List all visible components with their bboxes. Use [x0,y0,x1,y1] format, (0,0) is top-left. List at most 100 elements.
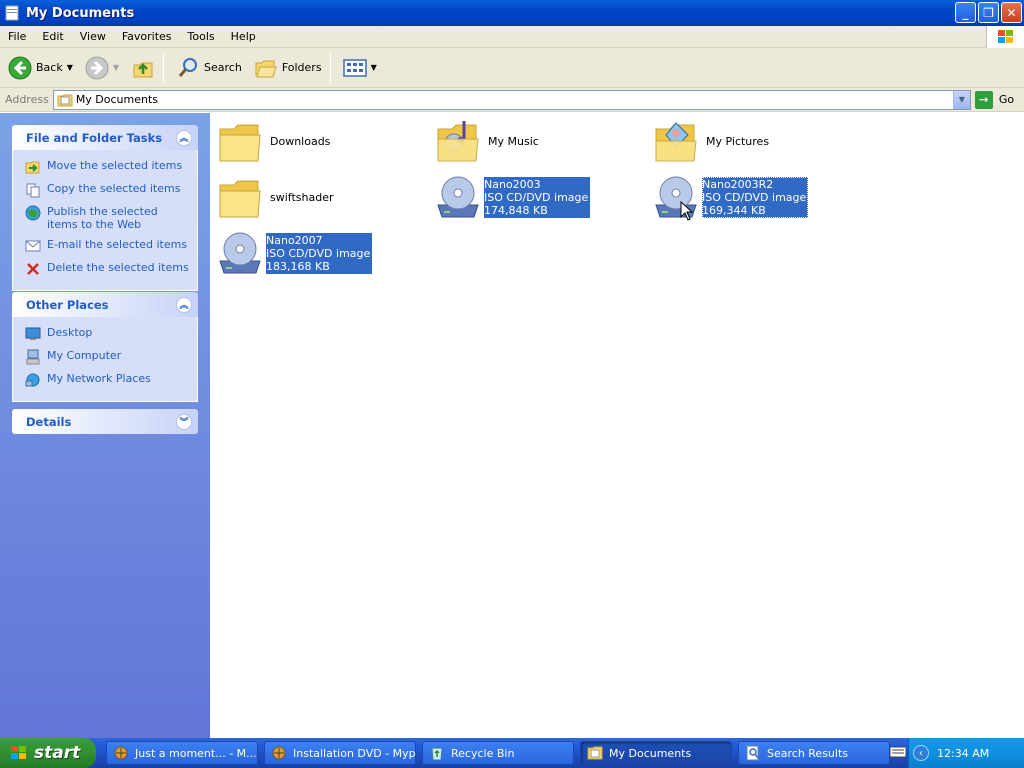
show-hidden-icons-chevron-icon[interactable]: ‹ [913,745,929,761]
forward-arrow-icon [85,56,109,79]
windows-flag-icon [11,746,26,759]
file-item-swiftshader[interactable]: swiftshader [216,173,334,221]
taskbar-item-search-results[interactable]: Search Results [738,741,890,765]
go-button[interactable]: → Go [974,90,1014,109]
menu-help[interactable]: Help [223,30,264,43]
collapse-chevron-icon[interactable]: ︽ [176,296,192,313]
folder-icon [587,746,603,760]
folder-icon [219,124,261,162]
file-folder-tasks-header[interactable]: File and Folder Tasks ︽ [12,125,198,150]
file-item-nano2003[interactable]: Nano2003 ISO CD/DVD image 174,848 KB [434,173,591,221]
windows-logo [986,26,1024,48]
go-arrow-icon: → [974,90,993,109]
start-button[interactable]: start [0,738,96,768]
up-folder-button[interactable] [127,51,159,85]
file-type: ISO CD/DVD image [484,190,589,204]
file-folder-tasks-panel: File and Folder Tasks ︽ Move the selecte… [12,125,198,291]
file-type: ISO CD/DVD image [266,246,371,260]
file-label-selected: Nano2003 ISO CD/DVD image 174,848 KB [484,176,591,218]
title-bar[interactable]: My Documents _ ❐ ✕ [0,0,1024,26]
copy-icon [26,183,40,198]
address-input[interactable]: My Documents ▼ [52,89,971,110]
publish-selected-link[interactable]: Publish the selected items to the Web [25,205,189,231]
forward-button[interactable]: ▼ [81,51,123,85]
taskbar-item-my-documents[interactable]: My Documents [580,741,732,765]
menu-favorites[interactable]: Favorites [114,30,180,43]
start-label: start [34,743,81,763]
back-button[interactable]: Back ▼ [4,51,77,85]
file-type: ISO CD/DVD image [702,190,807,204]
menu-tools[interactable]: Tools [180,30,223,43]
menu-bar: File Edit View Favorites Tools Help [0,26,1024,48]
file-item-downloads[interactable]: Downloads [216,117,330,165]
email-icon [25,240,41,252]
expand-chevron-icon[interactable]: ︾ [176,413,192,430]
toolbar-separator [163,52,165,83]
taskbar-item-installation-dvd[interactable]: Installation DVD - Mypal [264,741,416,765]
system-tray: ‹ 12:34 AM [908,738,1024,768]
other-places-header[interactable]: Other Places ︽ [12,292,198,317]
up-folder-icon [133,62,153,77]
panel-title: Details [26,414,72,429]
menu-file[interactable]: File [0,30,34,43]
menu-view[interactable]: View [72,30,114,43]
task-pane: File and Folder Tasks ︽ Move the selecte… [0,113,210,738]
menu-edit[interactable]: Edit [34,30,71,43]
recycle-bin-icon [431,747,443,761]
keyboard-language-icon[interactable] [890,745,906,759]
views-dropdown-icon[interactable]: ▼ [371,63,377,72]
browser-icon [114,746,128,760]
email-selected-link[interactable]: E-mail the selected items [25,238,189,254]
back-arrow-icon [8,56,32,79]
address-dropdown-icon[interactable]: ▼ [952,90,970,109]
file-size: 174,848 KB [484,203,548,217]
minimize-button[interactable]: _ [955,2,976,23]
taskbar-item-just-a-moment[interactable]: Just a moment... - M... [106,741,258,765]
my-network-places-link[interactable]: My Network Places [25,372,189,388]
web-publish-icon [25,205,41,221]
file-name: Downloads [270,134,331,148]
file-name: Nano2007 [266,233,323,247]
window-title: My Documents [26,5,135,21]
search-button[interactable]: Search [172,51,246,85]
my-computer-link[interactable]: My Computer [25,349,189,365]
back-dropdown-icon[interactable]: ▼ [67,63,73,72]
file-name: swiftshader [270,190,334,204]
iso-disc-icon [219,232,261,274]
maximize-button[interactable]: ❐ [978,2,999,23]
desktop-link[interactable]: Desktop [25,326,189,342]
file-item-my-music[interactable]: My Music [434,117,539,165]
windows-flag-icon [998,30,1013,43]
folder-icon [5,5,19,21]
taskbar-item-recycle-bin[interactable]: Recycle Bin [422,741,574,765]
iso-disc-icon [437,176,479,218]
folders-button[interactable]: Folders [250,51,326,85]
delete-selected-link[interactable]: Delete the selected items [25,261,189,277]
file-item-nano2003r2[interactable]: Nano2003R2 ISO CD/DVD image 169,344 KB [652,173,809,221]
file-item-nano2007[interactable]: Nano2007 ISO CD/DVD image 183,168 KB [216,229,373,277]
delete-icon [27,263,39,275]
mouse-cursor-icon [680,201,694,221]
folder-icon [219,180,261,218]
file-name: Nano2003R2 [702,177,774,191]
toolbar-separator [329,52,331,83]
other-places-panel: Other Places ︽ Desktop My Computer My Ne… [12,292,198,402]
file-view: Downloads My Music My Pictures swiftshad… [210,113,1024,738]
move-selected-link[interactable]: Move the selected items [25,159,189,175]
file-label-selected: Nano2003R2 ISO CD/DVD image 169,344 KB [702,176,809,218]
desktop-icon [25,327,41,340]
file-item-my-pictures[interactable]: My Pictures [652,117,769,165]
address-value: My Documents [75,93,159,106]
copy-selected-link[interactable]: Copy the selected items [25,182,189,198]
file-name: My Pictures [706,134,770,148]
clock[interactable]: 12:34 AM [937,747,989,760]
search-icon [178,57,198,77]
close-button[interactable]: ✕ [1001,2,1022,23]
my-computer-icon [26,349,40,365]
views-button[interactable]: ▼ [339,51,381,85]
folders-label: Folders [281,61,322,74]
forward-dropdown-icon[interactable]: ▼ [113,63,119,72]
file-size: 169,344 KB [702,203,766,217]
details-header[interactable]: Details ︾ [12,409,198,434]
collapse-chevron-icon[interactable]: ︽ [176,129,192,146]
